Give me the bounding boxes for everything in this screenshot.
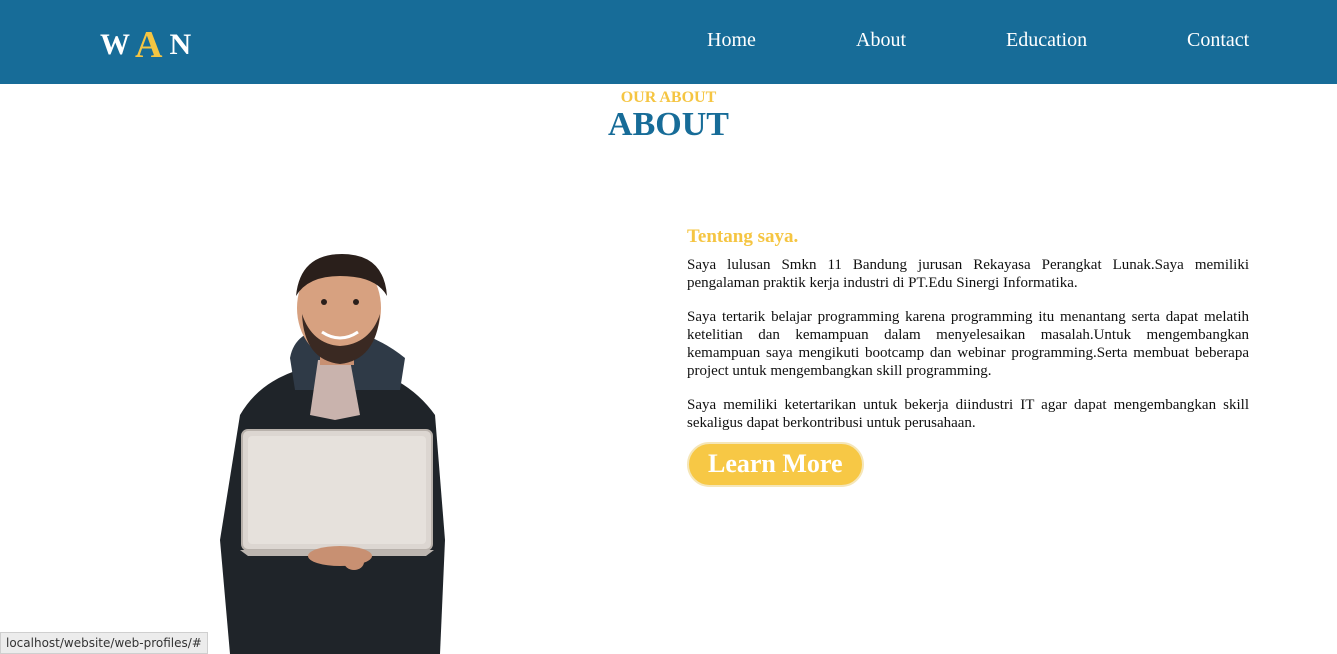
- logo-letter-a: A: [135, 24, 164, 66]
- about-heading: Tentang saya.: [687, 226, 799, 247]
- status-bar-url: localhost/website/web-profiles/#: [0, 632, 208, 654]
- learn-more-button[interactable]: Learn More: [687, 442, 864, 487]
- brand-logo[interactable]: W A N: [100, 22, 193, 66]
- logo-letter-w: W: [100, 28, 131, 61]
- nav-contact[interactable]: Contact: [1187, 29, 1249, 52]
- about-content: Tentang saya. Saya lulusan Smkn 11 Bandu…: [687, 226, 1249, 487]
- nav-about[interactable]: About: [856, 29, 906, 52]
- section-subtitle: OUR ABOUT: [620, 89, 717, 106]
- section-title: ABOUT: [608, 106, 729, 143]
- about-paragraph-1: Saya lulusan Smkn 11 Bandung jurusan Rek…: [687, 257, 1249, 291]
- about-paragraph-3: Saya memiliki ketertarikan untuk bekerja…: [687, 397, 1249, 431]
- about-paragraph-2: Saya tertarik belajar programming karena…: [687, 309, 1249, 379]
- profile-photo: [220, 254, 445, 654]
- nav-home[interactable]: Home: [707, 29, 756, 52]
- logo-letter-n: N: [169, 28, 193, 61]
- navbar: W A N Home About Education Contact: [0, 0, 1337, 84]
- nav-education[interactable]: Education: [1006, 29, 1087, 52]
